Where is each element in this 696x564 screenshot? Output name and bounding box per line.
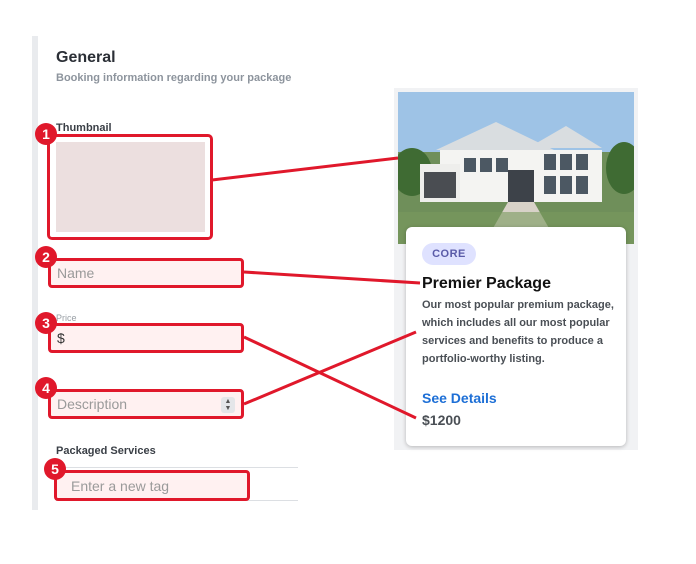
thumbnail-label: Thumbnail bbox=[56, 122, 112, 134]
connector-thumbnail bbox=[211, 156, 399, 182]
package-title: Premier Package bbox=[422, 275, 551, 292]
tag-placeholder: Enter a new tag bbox=[71, 477, 170, 494]
price-input[interactable]: $ bbox=[48, 323, 244, 353]
package-description: Our most popular premium package, which … bbox=[422, 299, 614, 365]
price-label: Price bbox=[56, 313, 77, 323]
form-left-rail bbox=[32, 36, 38, 510]
divider bbox=[56, 467, 298, 468]
section-subtitle: Booking information regarding your packa… bbox=[56, 72, 292, 84]
packaged-services-label: Packaged Services bbox=[56, 445, 156, 457]
description-placeholder: Description bbox=[57, 396, 128, 412]
annotation-badge-4: 4 bbox=[35, 377, 57, 399]
annotation-badge-5: 5 bbox=[44, 458, 66, 480]
annotation-badge-1: 1 bbox=[35, 123, 57, 145]
price-value: $ bbox=[57, 330, 65, 346]
tier-badge: CORE bbox=[422, 243, 476, 265]
package-price: $1200 bbox=[422, 412, 461, 428]
connector-description bbox=[243, 330, 417, 406]
resize-stepper-icon[interactable]: ▲ ▼ bbox=[221, 397, 235, 413]
package-card: CORE Premier Package Our most popular pr… bbox=[406, 227, 626, 446]
tag-input[interactable]: Enter a new tag bbox=[54, 470, 250, 501]
annotation-badge-3: 3 bbox=[35, 312, 57, 334]
see-details-link[interactable]: See Details bbox=[422, 390, 497, 406]
house-photo bbox=[398, 92, 634, 244]
description-input[interactable]: Description ▲ ▼ bbox=[48, 389, 244, 419]
thumbnail-highlight bbox=[47, 134, 213, 240]
name-placeholder: Name bbox=[57, 265, 95, 281]
house-illustration bbox=[398, 92, 634, 244]
section-title: General bbox=[56, 49, 116, 66]
name-input[interactable]: Name bbox=[48, 258, 244, 288]
connector-price bbox=[243, 335, 417, 420]
annotation-badge-2: 2 bbox=[35, 246, 57, 268]
